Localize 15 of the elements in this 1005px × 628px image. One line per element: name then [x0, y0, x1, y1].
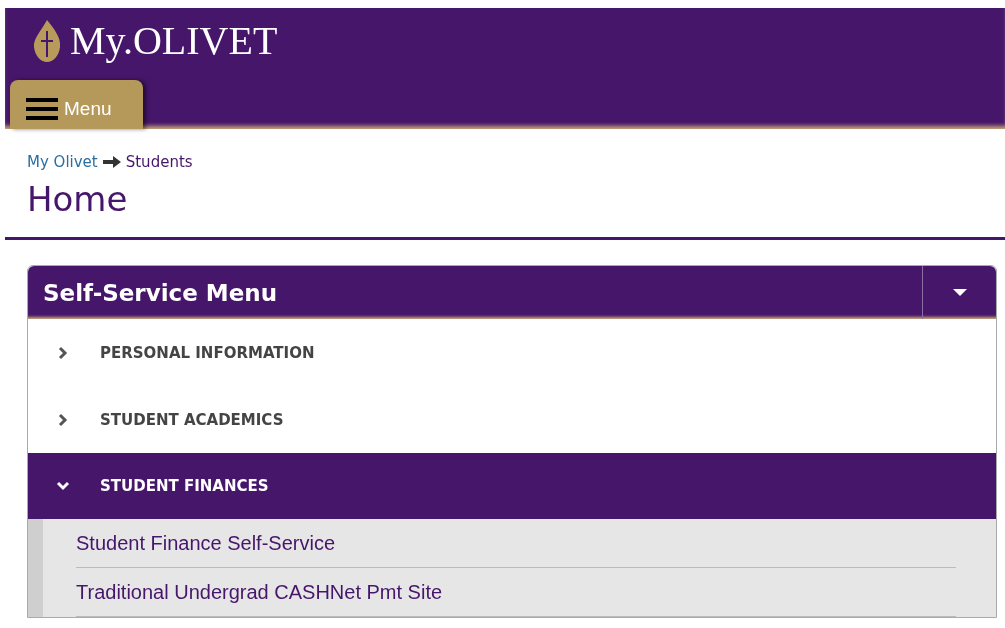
site-logo-text[interactable]: My.OLIVET [70, 16, 278, 66]
menu-section[interactable]: STUDENT FINANCES [28, 453, 996, 519]
breadcrumb-link[interactable]: My Olivet [27, 153, 98, 171]
page-title: Home [27, 178, 129, 221]
panel-title: Self-Service Menu [42, 279, 279, 306]
arrow-icon [101, 155, 122, 169]
flame-cross-icon [32, 19, 62, 63]
menu-icon [26, 97, 58, 120]
chevron-right-icon [56, 346, 70, 360]
caret-icon [952, 288, 967, 297]
chevron-right-icon [56, 413, 70, 427]
submenu-link[interactable]: Student Finance Self-Service [76, 519, 956, 568]
breadcrumb-current: Students [125, 153, 193, 171]
chevron-down-icon [56, 479, 70, 493]
submenu-link[interactable]: Traditional Undergrad CASHNet Pmt Site [76, 568, 956, 617]
